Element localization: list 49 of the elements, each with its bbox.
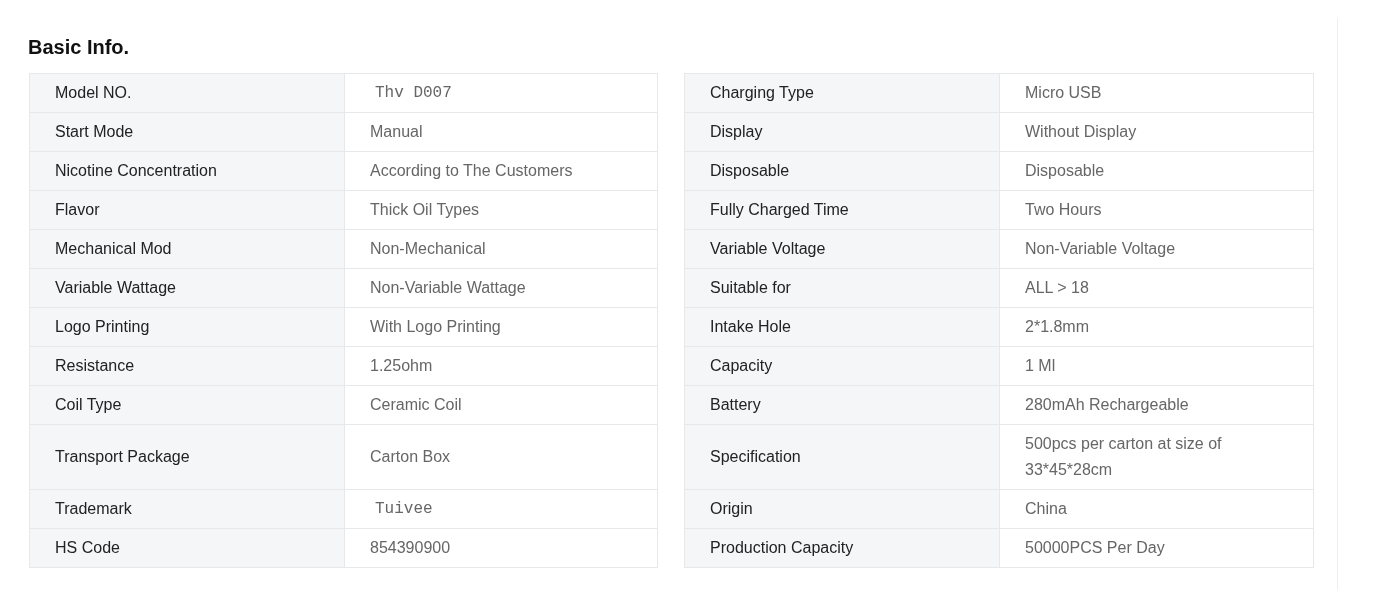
label-cell: Fully Charged Time [684, 191, 999, 230]
value-cell: Disposable [999, 152, 1314, 191]
label-cell: Start Mode [29, 113, 344, 152]
label-cell: HS Code [29, 529, 344, 568]
label-cell: Specification [684, 425, 999, 490]
value-cell: 854390900 [344, 529, 658, 568]
label-cell: Battery [684, 386, 999, 425]
label-cell: Display [684, 113, 999, 152]
value-cell: ALL > 18 [999, 269, 1314, 308]
label-cell: Mechanical Mod [29, 230, 344, 269]
label-cell: Capacity [684, 347, 999, 386]
label-cell: Disposable [684, 152, 999, 191]
label-cell: Variable Wattage [29, 269, 344, 308]
value-cell: 50000PCS Per Day [999, 529, 1314, 568]
label-cell: Coil Type [29, 386, 344, 425]
value-cell: Non-Variable Wattage [344, 269, 658, 308]
label-cell: Nicotine Concentration [29, 152, 344, 191]
value-cell: 500pcs per carton at size of 33*45*28cm [999, 425, 1314, 490]
value-cell: China [999, 490, 1314, 529]
value-cell: 1 Ml [999, 347, 1314, 386]
label-cell: Transport Package [29, 425, 344, 490]
value-cell: Tuivee [344, 490, 658, 529]
value-cell: Thv D007 [344, 73, 658, 113]
label-cell: Production Capacity [684, 529, 999, 568]
value-cell: Ceramic Coil [344, 386, 658, 425]
value-cell: 2*1.8mm [999, 308, 1314, 347]
section-title: Basic Info. [28, 35, 131, 60]
value-cell: Two Hours [999, 191, 1314, 230]
value-cell: Without Display [999, 113, 1314, 152]
value-cell: Micro USB [999, 73, 1314, 113]
label-cell: Intake Hole [684, 308, 999, 347]
label-cell: Suitable for [684, 269, 999, 308]
value-cell: 280mAh Rechargeable [999, 386, 1314, 425]
label-cell: Trademark [29, 490, 344, 529]
label-cell: Flavor [29, 191, 344, 230]
label-cell: Origin [684, 490, 999, 529]
value-cell: According to The Customers [344, 152, 658, 191]
label-cell: Charging Type [684, 73, 999, 113]
value-cell: Non-Variable Voltage [999, 230, 1314, 269]
label-cell: Logo Printing [29, 308, 344, 347]
label-cell: Variable Voltage [684, 230, 999, 269]
label-cell: Resistance [29, 347, 344, 386]
value-cell: Manual [344, 113, 658, 152]
value-cell: Thick Oil Types [344, 191, 658, 230]
value-cell: 1.25ohm [344, 347, 658, 386]
label-cell: Model NO. [29, 73, 344, 113]
value-cell: Non-Mechanical [344, 230, 658, 269]
value-cell: With Logo Printing [344, 308, 658, 347]
value-cell: Carton Box [344, 425, 658, 490]
